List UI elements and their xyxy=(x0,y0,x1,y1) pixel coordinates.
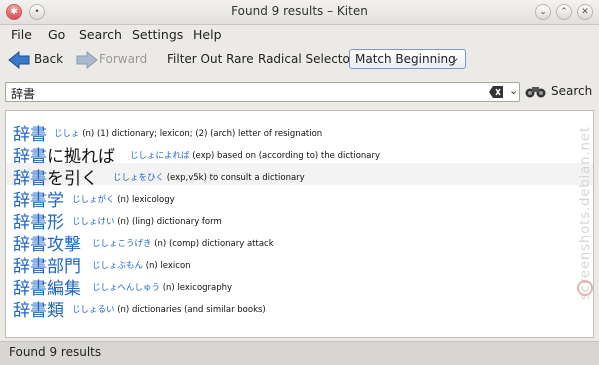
back-button[interactable]: Back xyxy=(34,52,63,66)
toolbar: Back Forward Filter Out Rare Radical Sel… xyxy=(0,45,599,75)
title-bar: ✱ • Found 9 results – Kiten ⌄ ⌃ ✕ xyxy=(0,0,599,25)
forward-arrow-icon[interactable] xyxy=(76,51,98,69)
menu-help[interactable]: Help xyxy=(193,27,222,42)
clear-icon[interactable] xyxy=(489,86,503,98)
menu-search[interactable]: Search xyxy=(79,27,122,42)
result-detail: じしょ (n) (1) dictionary; lexicon; (2) (ar… xyxy=(54,129,323,139)
result-word[interactable]: 辞書類 xyxy=(13,296,64,321)
result-row[interactable]: 辞書 じしょ (n) (1) dictionary; lexicon; (2) … xyxy=(6,119,593,145)
result-row[interactable]: 辞書部門 じしょぶもん (n) lexicon xyxy=(6,251,593,277)
match-mode-select[interactable]: Match Beginning ⌄ xyxy=(349,49,466,69)
result-row[interactable]: 辞書学 じしょがく (n) lexicology xyxy=(6,185,593,211)
maximize-icon[interactable]: ⌃ xyxy=(556,4,572,20)
result-detail: じしょをひく (exp,v5k) to consult a dictionary xyxy=(113,173,305,183)
back-arrow-icon[interactable] xyxy=(8,51,30,69)
status-text: Found 9 results xyxy=(9,345,102,359)
result-detail: じしょへんしゅう (n) lexicography xyxy=(92,283,233,293)
history-dropdown-icon[interactable]: ⌄ xyxy=(509,84,518,97)
menu-file[interactable]: File xyxy=(11,27,32,42)
minimize-icon[interactable]: ⌄ xyxy=(535,4,551,20)
result-row[interactable]: 辞書編集 じしょへんしゅう (n) lexicography xyxy=(6,273,593,299)
forward-button[interactable]: Forward xyxy=(99,52,147,66)
filter-rare-button[interactable]: Filter Out Rare xyxy=(167,52,254,66)
status-bar: Found 9 results xyxy=(0,341,599,365)
menu-bar: File Go Search Settings Help xyxy=(0,25,599,44)
result-detail: じしょぶもん (n) lexicon xyxy=(92,261,191,271)
match-mode-value: Match Beginning xyxy=(355,52,456,66)
close-icon[interactable]: ✕ xyxy=(577,4,593,20)
result-detail: じしょによれば (exp) based on (according to) th… xyxy=(130,151,381,161)
result-row[interactable]: 辞書攻撃 じしょこうげき (n) (comp) dictionary attac… xyxy=(6,229,593,255)
results-list[interactable]: 辞書 じしょ (n) (1) dictionary; lexicon; (2) … xyxy=(5,110,594,338)
result-row[interactable]: 辞書類 じしょるい (n) dictionaries (and similar … xyxy=(6,295,593,321)
result-detail: じしょがく (n) lexicology xyxy=(72,195,175,205)
result-detail: じしょけい (n) (ling) dictionary form xyxy=(72,217,222,227)
radical-selector-button[interactable]: Radical Selector xyxy=(258,52,355,66)
chevron-down-icon: ⌄ xyxy=(450,51,460,64)
result-detail: じしょるい (n) dictionaries (and similar book… xyxy=(72,305,266,315)
watermark-logo-icon xyxy=(577,280,593,296)
search-query: 辞書 xyxy=(11,87,36,101)
binoculars-icon xyxy=(525,87,546,98)
menu-settings[interactable]: Settings xyxy=(132,27,183,42)
search-input[interactable]: 辞書 ⌄ xyxy=(5,82,520,102)
menu-go[interactable]: Go xyxy=(48,27,65,42)
result-row[interactable]: 辞書を引く じしょをひく (exp,v5k) to consult a dict… xyxy=(6,163,593,189)
watermark: screenshots.debian.net xyxy=(578,126,593,300)
window-title: Found 9 results – Kiten xyxy=(231,4,368,18)
result-row[interactable]: 辞書に拠れば じしょによれば (exp) based on (according… xyxy=(6,141,593,167)
result-row[interactable]: 辞書形 じしょけい (n) (ling) dictionary form xyxy=(6,207,593,233)
result-detail: じしょこうげき (n) (comp) dictionary attack xyxy=(92,239,274,249)
